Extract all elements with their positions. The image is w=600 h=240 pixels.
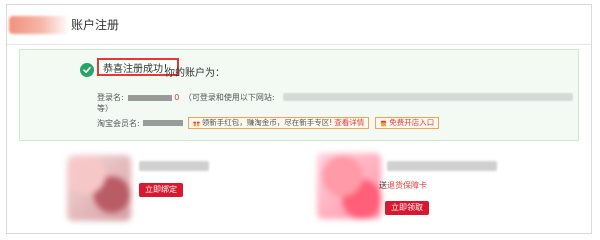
registration-window: 账户注册 恭喜注册成功！ 你的账户为： 登录名: 0 （可登录和使用以下网站: … (6, 4, 592, 234)
free-shop-entry[interactable]: 免费开店入口 (375, 117, 440, 129)
login-note: （可登录和使用以下网站: (183, 93, 275, 102)
blurred-site-list (283, 93, 573, 101)
login-name-row: 登录名: 0 （可登录和使用以下网站: (97, 92, 275, 103)
free-shop-label: 免费开店入口 (389, 118, 435, 128)
login-name-mask (128, 94, 173, 101)
login-name-tail: 0 (174, 93, 180, 102)
bind-card-image (67, 155, 131, 221)
newbie-promo-text: 领新手红包，赚淘金币，尽在新手专区! (201, 118, 333, 128)
return-card-caption: 送退货保障卡 (379, 180, 427, 191)
bind-card-text (139, 161, 209, 171)
member-name-mask (142, 120, 183, 126)
claim-now-button[interactable]: 立即领取 (385, 201, 429, 215)
bind-now-button[interactable]: 立即绑定 (139, 183, 183, 197)
return-card-caption-red: 退货保障卡 (387, 181, 427, 190)
success-message-text: 恭喜注册成功！ (103, 63, 173, 75)
header-divider (7, 44, 591, 45)
taobao-logo (9, 16, 69, 34)
member-name-label: 淘宝会员名: (97, 118, 140, 128)
return-card-caption-prefix: 送 (379, 181, 387, 190)
return-card-text (387, 161, 497, 171)
newbie-promo-link[interactable]: 查看详情 (334, 119, 364, 127)
login-name-label: 登录名: (97, 93, 124, 102)
account-intro-text: 你的账户为： (165, 68, 225, 79)
shop-icon (380, 120, 387, 126)
success-panel: 恭喜注册成功！ 你的账户为： 登录名: 0 （可登录和使用以下网站: 等） 淘宝… (19, 49, 579, 141)
check-circle-icon (80, 63, 94, 77)
gift-icon (193, 121, 200, 126)
return-guarantee-card: 送退货保障卡 立即领取 (317, 145, 517, 233)
return-card-image (317, 153, 381, 219)
login-note-end: 等） (97, 104, 113, 113)
member-name-row: 淘宝会员名: 领新手红包，赚淘金币，尽在新手专区! 查看详情 免费开店入口 (97, 116, 440, 130)
bind-card: 立即绑定 (67, 145, 267, 233)
newbie-promo-tag: 领新手红包，赚淘金币，尽在新手专区! 查看详情 (187, 117, 370, 129)
page-title: 账户注册 (71, 18, 120, 32)
